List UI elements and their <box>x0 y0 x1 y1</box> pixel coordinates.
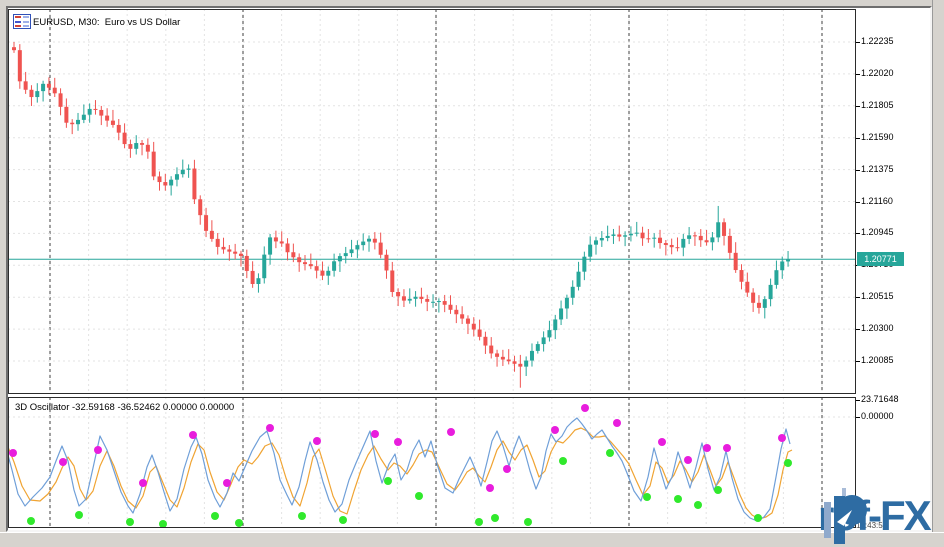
axis-tick <box>856 233 860 234</box>
main-chart-canvas[interactable] <box>8 9 856 394</box>
indicator-title: 3D Oscillator -32.59168 -36.52462 0.0000… <box>15 402 234 413</box>
axis-tick <box>856 74 860 75</box>
oscillator-canvas[interactable] <box>8 397 856 528</box>
watermark-logo-icon <box>822 488 868 546</box>
price-axis-label: 1.21375 <box>861 164 894 174</box>
axis-tick <box>856 138 860 139</box>
axis-tick <box>856 361 860 362</box>
price-axis-label: 1.20515 <box>861 291 894 301</box>
candles <box>12 42 790 388</box>
window-right-edge <box>932 0 944 546</box>
axis-tick <box>856 106 860 107</box>
axis-tick <box>856 202 860 203</box>
price-axis-label: 1.20300 <box>861 323 894 333</box>
watermark: rof-FX <box>822 488 930 540</box>
price-axis-label: 1.20945 <box>861 227 894 237</box>
price-axis-label: 1.20085 <box>861 355 894 365</box>
axis-tick <box>856 170 860 171</box>
price-axis-label: 1.21805 <box>861 100 894 110</box>
time-axis-strip <box>0 532 944 547</box>
current-price-tag: 1.20771 <box>857 252 904 266</box>
oscillator-axis-label: 23.71648 <box>861 394 899 404</box>
oscillator-axis-label: 0.00000 <box>861 411 894 421</box>
price-axis-label: 1.22020 <box>861 68 894 78</box>
price-axis-label: 1.22235 <box>861 36 894 46</box>
price-axis-label: 1.21160 <box>861 196 893 206</box>
chart-type-icon <box>13 14 31 29</box>
price-axis-label: 1.21590 <box>861 132 894 142</box>
axis-tick <box>856 42 860 43</box>
chart-title: EURUSD, M30: Euro vs US Dollar <box>33 17 180 28</box>
axis-tick <box>856 297 860 298</box>
axis-tick <box>856 400 860 401</box>
axis-tick <box>856 417 860 418</box>
metatrader-chart-window: { "main_chart": { "title": "EURUSD, M30:… <box>0 0 944 546</box>
axis-tick <box>856 329 860 330</box>
